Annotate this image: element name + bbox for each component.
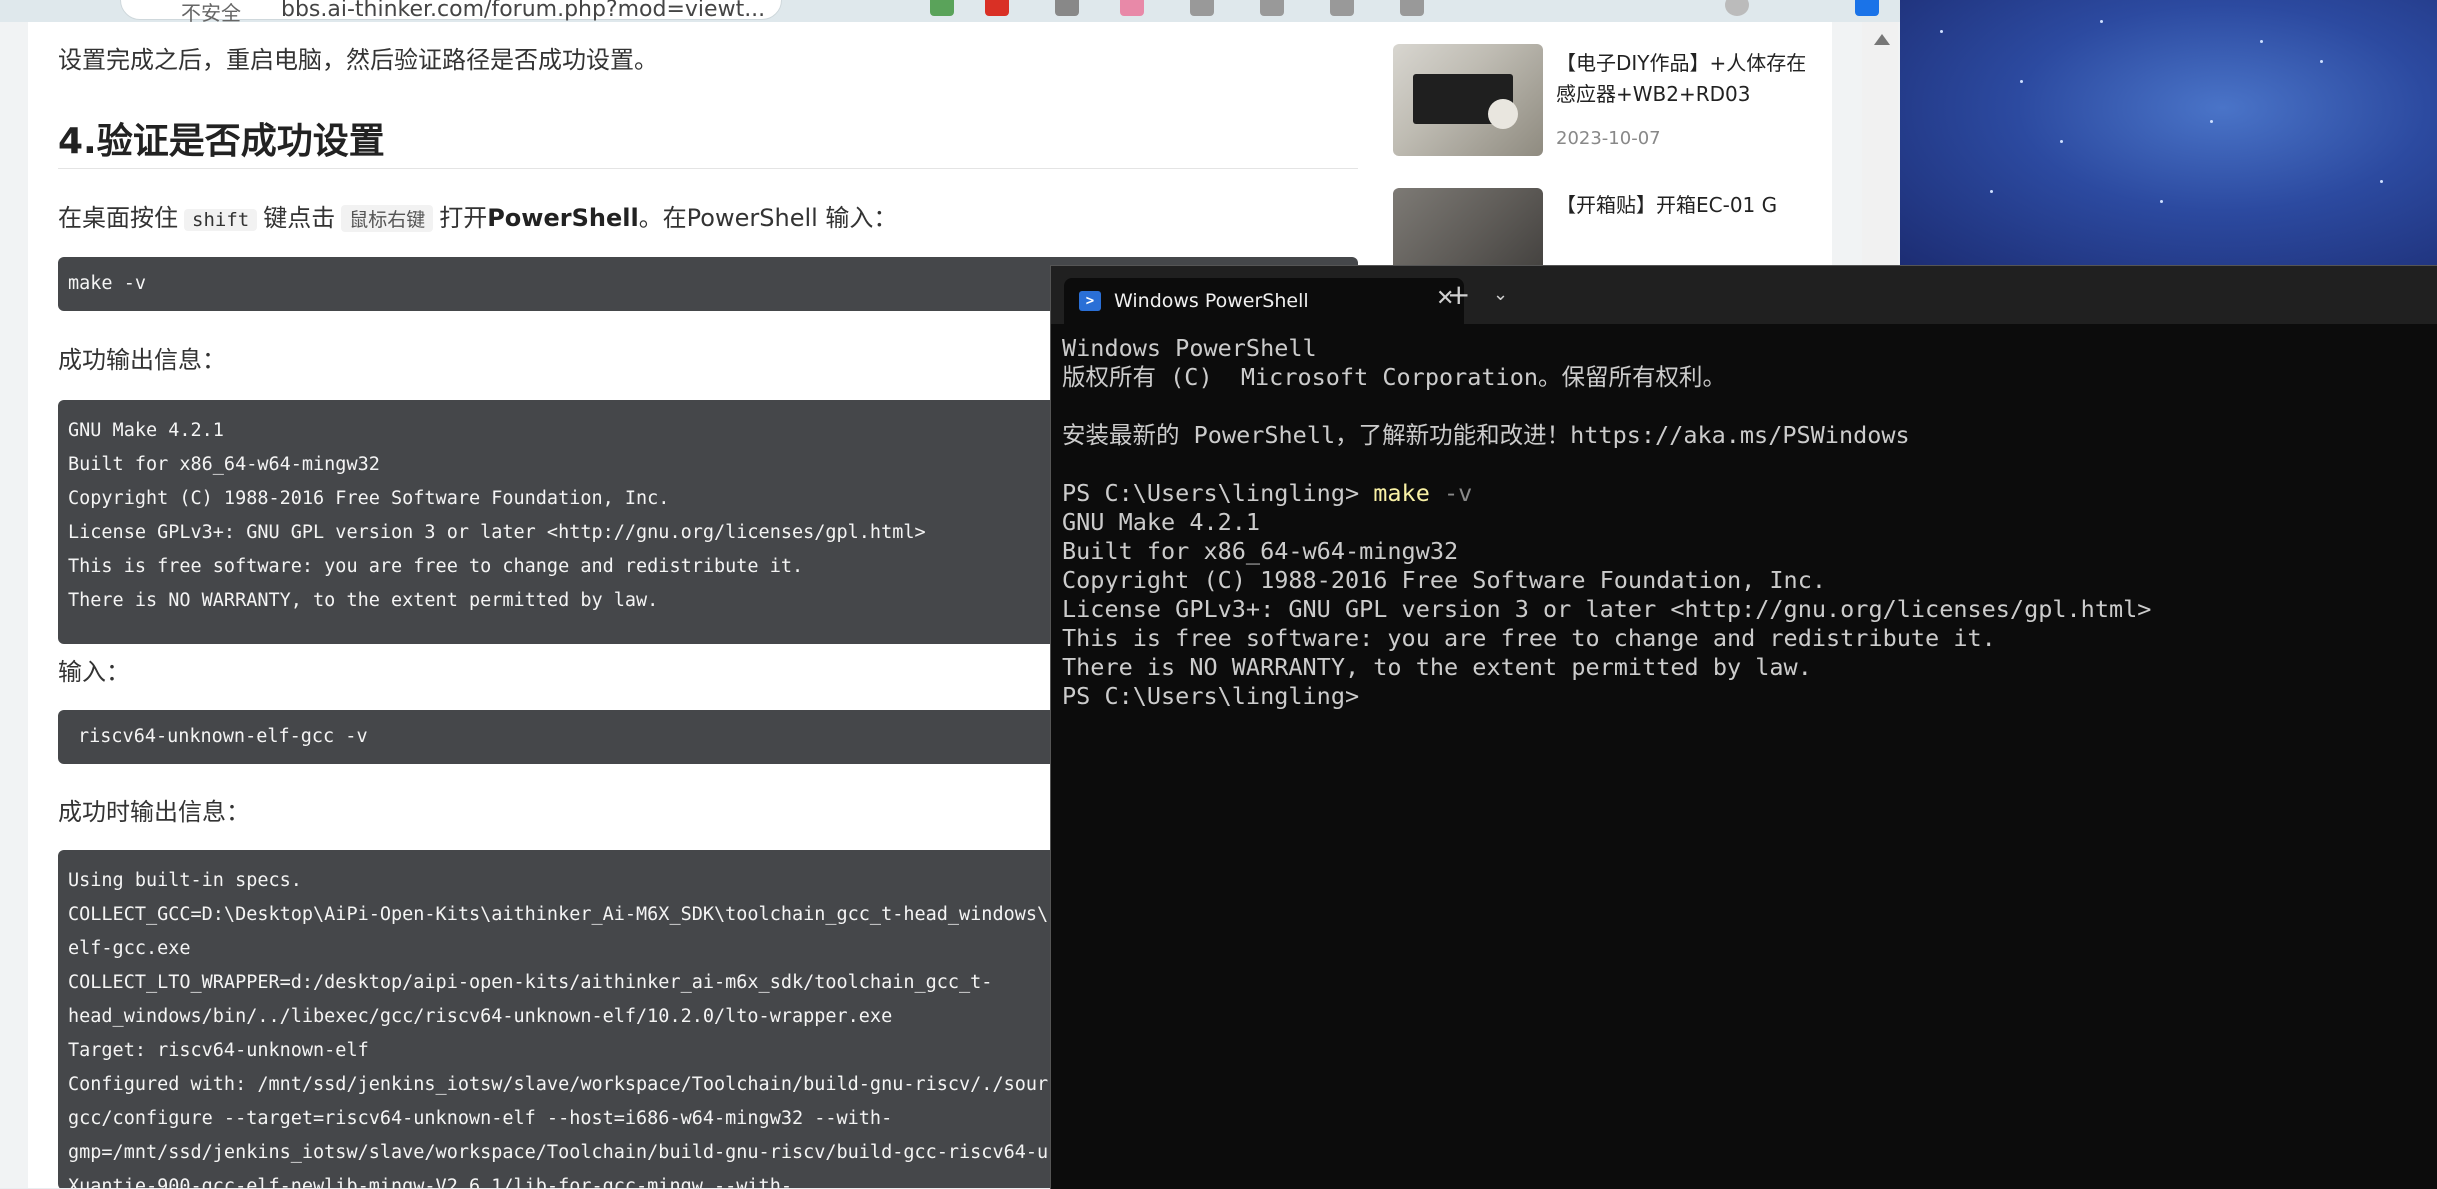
terminal-tab-bar: > Windows PowerShell ✕ + ⌄ (1051, 266, 2437, 324)
success-label-2: 成功时输出信息： (58, 798, 250, 826)
tab-windows-powershell[interactable]: > Windows PowerShell ✕ (1064, 278, 1464, 324)
prompt: PS C:\Users\lingling> (1062, 479, 1374, 507)
tab-title: Windows PowerShell (1114, 290, 1309, 312)
shift-key-code: shift (184, 209, 258, 231)
extension-icon[interactable] (1190, 0, 1214, 16)
terminal-line: 安装最新的 PowerShell，了解新功能和改进！https://aka.ms… (1062, 421, 1910, 449)
terminal-output[interactable]: Windows PowerShell 版权所有 (C) Microsoft Co… (1062, 334, 2437, 1189)
extension-icon[interactable] (1400, 0, 1424, 16)
section-heading: 4.验证是否成功设置 (58, 121, 385, 162)
chevron-down-icon[interactable]: ⌄ (1493, 280, 1508, 310)
extension-icon[interactable] (1330, 0, 1354, 16)
extension-icon[interactable] (1120, 0, 1144, 16)
extension-icon[interactable] (930, 0, 954, 16)
heading-divider (58, 168, 1358, 169)
extension-icon[interactable] (985, 0, 1009, 16)
extension-icon[interactable] (1855, 0, 1879, 16)
intro-text: 设置完成之后，重启电脑，然后验证路径是否成功设置。 (58, 46, 658, 74)
terminal-line: There is NO WARRANTY, to the extent perm… (1062, 653, 1812, 681)
terminal-line: Copyright (C) 1988-2016 Free Software Fo… (1062, 566, 1827, 594)
card-title[interactable]: 【电子DIY作品】+人体存在感应器+WB2+RD03 (1556, 48, 1826, 110)
terminal-line: This is free software: you are free to c… (1062, 624, 1996, 652)
security-label[interactable]: 不安全 (181, 0, 241, 22)
terminal-command-line: PS C:\Users\lingling> make -v (1062, 479, 2437, 508)
powershell-bold: PowerShell (487, 204, 639, 232)
browser-toolbar: 不安全 bbs.ai-thinker.com/forum.php?mod=vie… (0, 0, 1900, 22)
command-arg: -v (1429, 479, 1473, 507)
profile-icon[interactable] (1725, 0, 1749, 16)
instruction-text: 在桌面按住 shift 键点击 鼠标右键 打开PowerShell。在PowerShel… (58, 204, 898, 232)
card-date: 2023-10-07 (1556, 128, 1661, 149)
right-click-key-code: 鼠标右键 (341, 205, 434, 232)
terminal-line: Windows PowerShell (1062, 334, 1317, 362)
extension-icon[interactable] (1260, 0, 1284, 16)
powershell-icon: > (1079, 291, 1101, 311)
terminal-line: Built for x86_64-w64-mingw32 (1062, 537, 1459, 565)
scroll-up-arrow-icon[interactable] (1874, 34, 1890, 45)
terminal-line: 版权所有 (C) Microsoft Corporation。保留所有权利。 (1062, 363, 1727, 391)
card-thumbnail[interactable] (1393, 44, 1543, 156)
input-label: 输入： (58, 658, 130, 686)
terminal-line: License GPLv3+: GNU GPL version 3 or lat… (1062, 595, 2152, 623)
success-label: 成功输出信息： (58, 346, 226, 374)
desktop-wallpaper (1900, 0, 2437, 270)
terminal-line: GNU Make 4.2.1 (1062, 508, 1261, 536)
new-tab-button[interactable]: + (1447, 278, 1470, 312)
terminal-prompt-line: PS C:\Users\lingling> (1062, 682, 1360, 710)
address-bar[interactable]: 不安全 bbs.ai-thinker.com/forum.php?mod=vie… (120, 0, 782, 22)
url-text[interactable]: bbs.ai-thinker.com/forum.php?mod=viewt..… (281, 0, 765, 22)
card-title[interactable]: 【开箱贴】开箱EC-01 G (1556, 190, 1826, 221)
powershell-window[interactable]: > Windows PowerShell ✕ + ⌄ Windows Power… (1050, 265, 2437, 1189)
extension-icon[interactable] (1055, 0, 1079, 16)
command-name: make (1373, 479, 1430, 507)
